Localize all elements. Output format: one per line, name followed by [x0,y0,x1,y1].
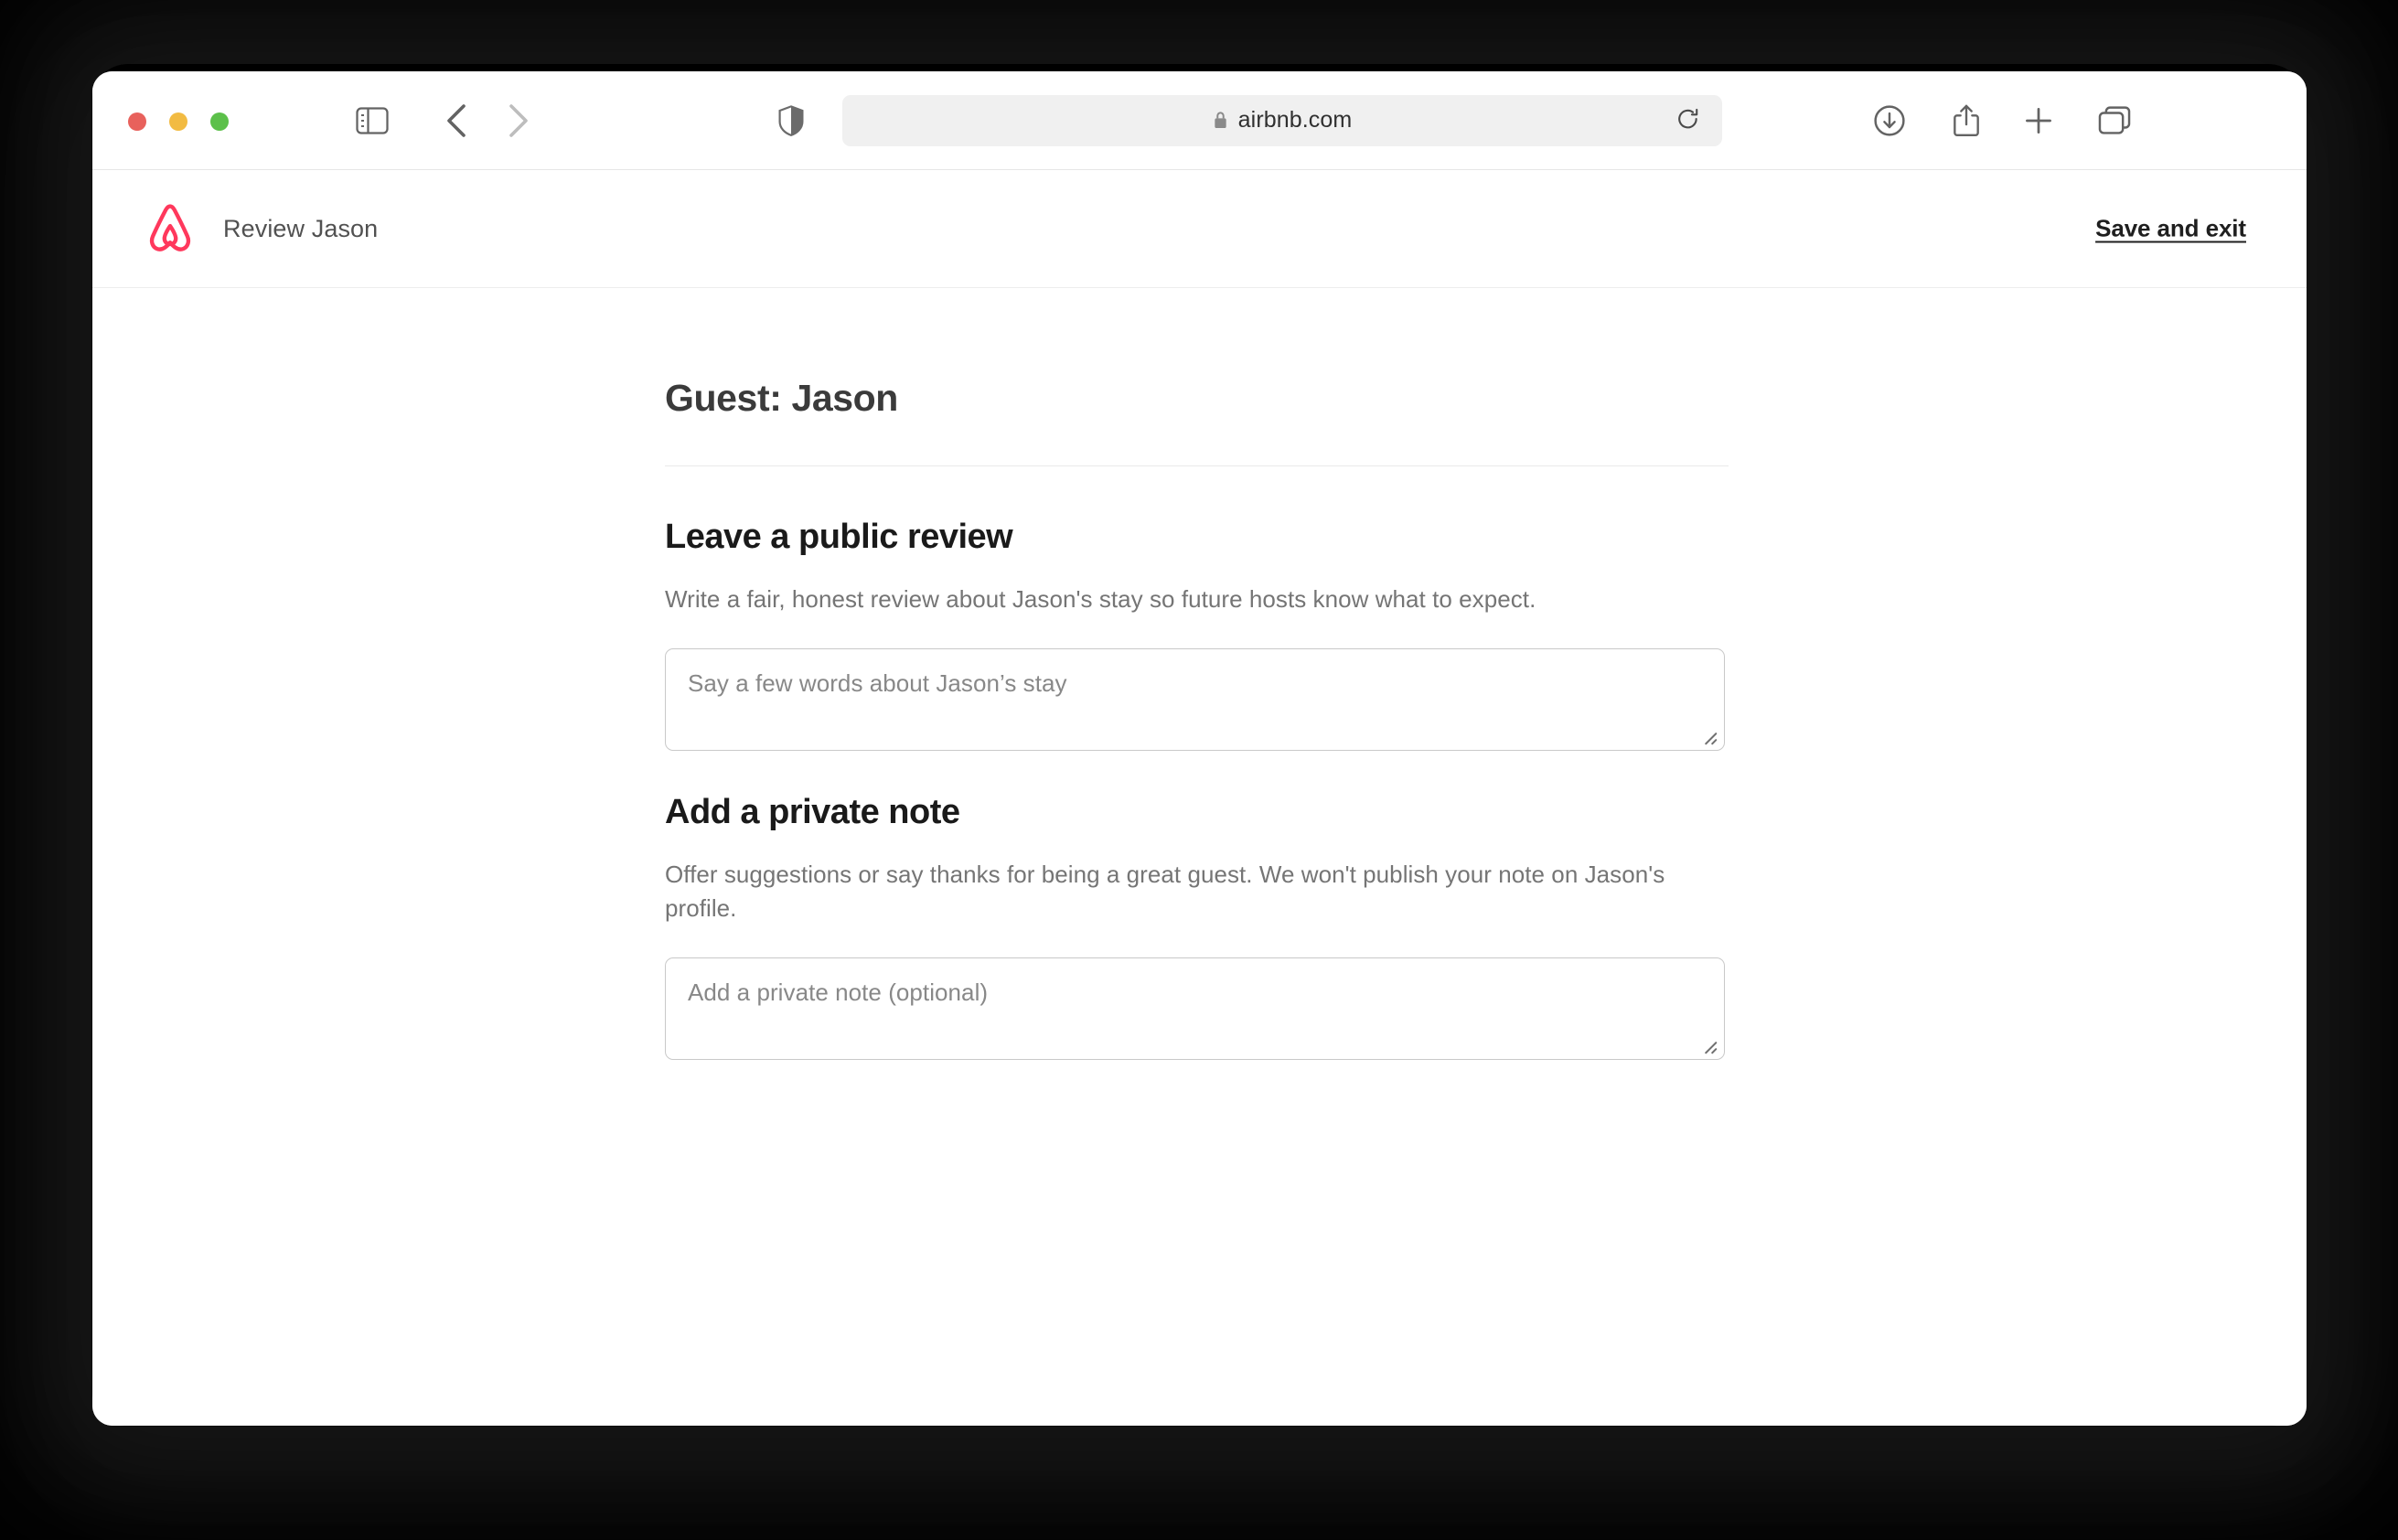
close-window-button[interactable] [128,112,146,131]
window-controls [128,112,229,131]
private-note-heading: Add a private note [665,792,960,831]
public-review-placeholder: Say a few words about Jason’s stay [688,668,1067,697]
back-icon[interactable] [445,102,469,139]
sidebar-toggle-icon[interactable] [356,106,389,134]
safari-browser-window: airbnb.com Review Jason Save and exit Gu… [92,71,2307,1426]
zoom-window-button[interactable] [210,112,229,131]
guest-heading: Guest: Jason [665,377,898,419]
resize-handle-icon[interactable] [1698,1035,1718,1055]
airbnb-belo-logo-icon[interactable] [145,202,195,255]
page-title: Review Jason [223,214,379,242]
reload-icon[interactable] [1676,108,1700,134]
brand-area: Review Jason [145,202,378,255]
new-tab-icon[interactable] [2023,105,2054,136]
url-text: airbnb.com [1237,107,1353,133]
page-content: Guest: Jason Leave a public review Write… [92,288,2307,1426]
resize-handle-icon[interactable] [1698,726,1718,746]
share-icon[interactable] [1952,103,1981,138]
public-review-heading: Leave a public review [665,518,1013,556]
forward-icon[interactable] [506,102,530,139]
private-note-description: Offer suggestions or say thanks for bein… [665,860,1665,922]
lock-icon [1213,111,1228,130]
site-header: Review Jason Save and exit [92,170,2307,288]
downloads-icon[interactable] [1873,104,1906,137]
review-form: Guest: Jason Leave a public review Write… [665,288,1729,1060]
minimize-window-button[interactable] [169,112,187,131]
address-bar[interactable]: airbnb.com [842,94,1722,146]
tab-overview-icon[interactable] [2098,105,2131,136]
browser-toolbar: airbnb.com [92,71,2307,170]
desktop-backdrop: airbnb.com Review Jason Save and exit Gu… [0,0,2398,1540]
public-review-description: Write a fair, honest review about Jason'… [665,585,1536,613]
address-bar-content: airbnb.com [1213,107,1353,134]
privacy-shield-icon[interactable] [778,104,804,136]
public-review-textarea[interactable]: Say a few words about Jason’s stay [665,647,1725,751]
private-note-textarea[interactable]: Add a private note (optional) [665,957,1725,1060]
save-and-exit-link[interactable]: Save and exit [2095,215,2246,243]
private-note-placeholder: Add a private note (optional) [688,978,989,1006]
